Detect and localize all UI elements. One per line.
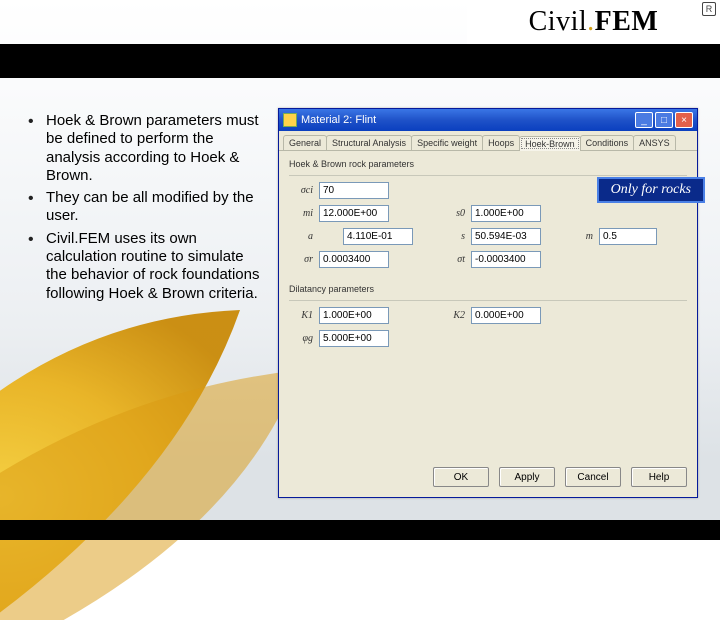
- bullet-list: Hoek & Brown parameters must be defined …: [28, 112, 262, 307]
- label-g: φg: [289, 333, 313, 344]
- tab-conditions[interactable]: Conditions: [580, 135, 635, 150]
- minimize-button[interactable]: _: [635, 112, 653, 128]
- tab-general[interactable]: General: [283, 135, 327, 150]
- label-a: a: [289, 231, 313, 242]
- registered-icon: R: [702, 2, 716, 16]
- label-st: σt: [441, 254, 465, 265]
- tab-specific-weight[interactable]: Specific weight: [411, 135, 483, 150]
- close-button[interactable]: ×: [675, 112, 693, 128]
- group-title-dilatancy: Dilatancy parameters: [289, 284, 687, 294]
- label-sr: σr: [289, 254, 313, 265]
- label-s: s: [441, 231, 465, 242]
- input-st[interactable]: [471, 251, 541, 268]
- app-icon: [283, 113, 297, 127]
- input-s[interactable]: [471, 228, 541, 245]
- input-k1[interactable]: [319, 307, 389, 324]
- list-item: Hoek & Brown parameters must be defined …: [28, 112, 262, 185]
- callout-only-for-rocks: Only for rocks: [597, 177, 705, 203]
- input-m[interactable]: [599, 228, 657, 245]
- tab-ansys[interactable]: ANSYS: [633, 135, 676, 150]
- group-title-rock: Hoek & Brown rock parameters: [289, 159, 687, 169]
- label-mi: mi: [289, 208, 313, 219]
- brand-logo: Civil.FEM R: [467, 0, 720, 44]
- label-m: m: [569, 231, 593, 242]
- cancel-button[interactable]: Cancel: [565, 467, 621, 487]
- dialog-titlebar[interactable]: Material 2: Flint _ □ ×: [279, 109, 697, 131]
- dialog-button-row: OK Apply Cancel Help: [279, 461, 697, 497]
- dialog-title: Material 2: Flint: [301, 114, 376, 126]
- tab-hoek-brown[interactable]: Hoek-Brown: [519, 136, 581, 151]
- material-dialog: Material 2: Flint _ □ × General Structur…: [278, 108, 698, 498]
- maximize-button[interactable]: □: [655, 112, 673, 128]
- header: Hoek-Brown Failure Criteria Civil.FEM R: [0, 0, 720, 78]
- dialog-panel: Only for rocks Hoek & Brown rock paramet…: [279, 151, 697, 461]
- ok-button[interactable]: OK: [433, 467, 489, 487]
- tab-structural[interactable]: Structural Analysis: [326, 135, 412, 150]
- footer-strip: [0, 520, 720, 540]
- help-button[interactable]: Help: [631, 467, 687, 487]
- input-s0[interactable]: [471, 205, 541, 222]
- page-title: Hoek-Brown Failure Criteria: [14, 44, 331, 72]
- input-k2[interactable]: [471, 307, 541, 324]
- input-g[interactable]: [319, 330, 389, 347]
- divider: [289, 175, 687, 176]
- logo-civil: Civil: [529, 6, 588, 37]
- logo-dot-icon: .: [587, 6, 595, 37]
- label-k1: K1: [289, 310, 313, 321]
- label-k2: K2: [441, 310, 465, 321]
- tab-hoops[interactable]: Hoops: [482, 135, 520, 150]
- divider: [289, 300, 687, 301]
- logo-fem: FEM: [595, 6, 659, 37]
- input-a[interactable]: [343, 228, 413, 245]
- header-black-bar-right: [467, 44, 720, 78]
- apply-button[interactable]: Apply: [499, 467, 555, 487]
- input-sci[interactable]: [319, 182, 389, 199]
- label-sci: σci: [289, 185, 313, 196]
- tab-strip: General Structural Analysis Specific wei…: [279, 131, 697, 151]
- label-s0: s0: [441, 208, 465, 219]
- list-item: Civil.FEM uses its own calculation routi…: [28, 230, 262, 303]
- input-mi[interactable]: [319, 205, 389, 222]
- input-sr[interactable]: [319, 251, 389, 268]
- list-item: They can be all modified by the user.: [28, 189, 262, 226]
